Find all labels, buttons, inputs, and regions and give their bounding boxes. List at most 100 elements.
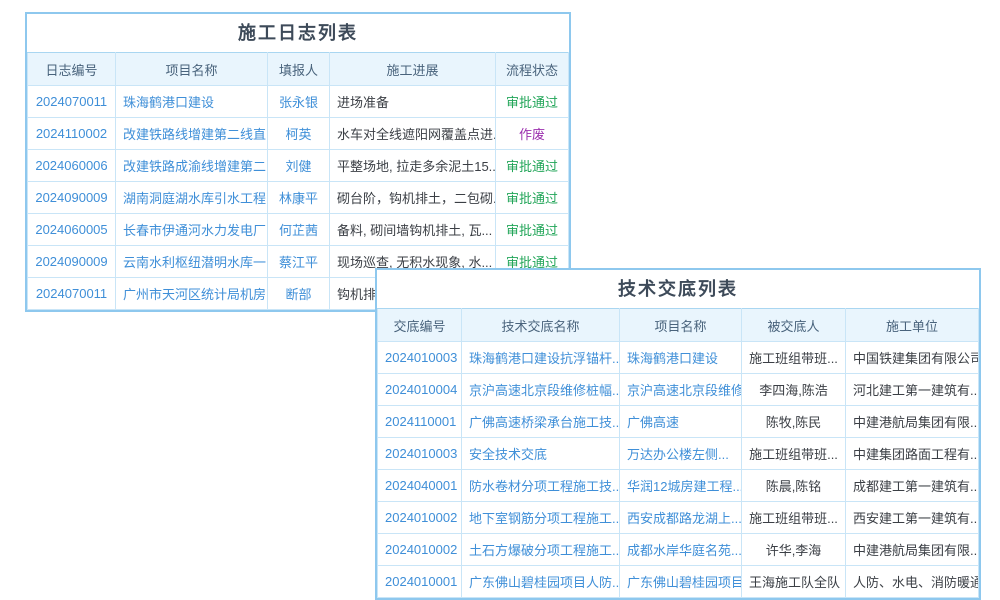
table-row: 2024010003安全技术交底万达办公楼左侧...施工班组带班...中建集团路… [378, 438, 979, 470]
cell-link[interactable]: 林康平 [268, 182, 330, 214]
cell-link[interactable]: 广州市天河区统计局机房... [116, 278, 268, 310]
table-row: 2024010004京沪高速北京段维修桩幅...京沪高速北京段维修李四海,陈浩河… [378, 374, 979, 406]
cell-link[interactable]: 2024040001 [378, 470, 462, 502]
cell-link[interactable]: 地下室钢筋分项工程施工... [462, 502, 620, 534]
table-cell: 王海施工队全队 [742, 566, 846, 598]
cell-link[interactable]: 2024110002 [28, 118, 116, 150]
cell-link[interactable]: 珠海鹤港口建设 [620, 342, 742, 374]
column-header-reporter: 填报人 [268, 53, 330, 86]
table-row: 2024040001防水卷材分项工程施工技...华润12城房建工程...陈晨,陈… [378, 470, 979, 502]
construction-log-title: 施工日志列表 [27, 14, 569, 52]
column-header-disclosure-id: 交底编号 [378, 309, 462, 342]
cell-link[interactable]: 断部 [268, 278, 330, 310]
table-cell: 中建港航局集团有限... [846, 406, 979, 438]
cell-link[interactable]: 万达办公楼左侧... [620, 438, 742, 470]
cell-link[interactable]: 湖南洞庭湖水库引水工程... [116, 182, 268, 214]
table-cell: 河北建工第一建筑有... [846, 374, 979, 406]
tech-disclosure-panel: 技术交底列表 交底编号 技术交底名称 项目名称 被交底人 施工单位 202401… [375, 268, 981, 600]
column-header-progress: 施工进展 [330, 53, 496, 86]
cell-link[interactable]: 改建铁路线增建第二线直... [116, 118, 268, 150]
table-cell: 中建港航局集团有限... [846, 534, 979, 566]
cell-link[interactable]: 2024060005 [28, 214, 116, 246]
table-cell: 西安建工第一建筑有... [846, 502, 979, 534]
cell-link[interactable]: 安全技术交底 [462, 438, 620, 470]
cell-link[interactable]: 2024060006 [28, 150, 116, 182]
table-cell: 陈晨,陈铭 [742, 470, 846, 502]
status-badge: 审批通过 [496, 150, 569, 182]
column-header-disclosure-name: 技术交底名称 [462, 309, 620, 342]
cell-link[interactable]: 广东佛山碧桂园项目 [620, 566, 742, 598]
cell-link[interactable]: 珠海鹤港口建设抗浮锚杆... [462, 342, 620, 374]
tech-disclosure-table: 交底编号 技术交底名称 项目名称 被交底人 施工单位 2024010003珠海鹤… [377, 308, 979, 598]
cell-link[interactable]: 2024070011 [28, 86, 116, 118]
status-badge: 审批通过 [496, 214, 569, 246]
cell-link[interactable]: 2024010003 [378, 438, 462, 470]
cell-link[interactable]: 张永银 [268, 86, 330, 118]
table-cell: 平整场地, 拉走多余泥土15... [330, 150, 496, 182]
cell-link[interactable]: 广佛高速 [620, 406, 742, 438]
column-header-project-name: 项目名称 [620, 309, 742, 342]
cell-link[interactable]: 2024010002 [378, 534, 462, 566]
column-header-project-name: 项目名称 [116, 53, 268, 86]
cell-link[interactable]: 长春市伊通河水力发电厂... [116, 214, 268, 246]
cell-link[interactable]: 防水卷材分项工程施工技... [462, 470, 620, 502]
cell-link[interactable]: 2024010001 [378, 566, 462, 598]
cell-link[interactable]: 改建铁路成渝线增建第二... [116, 150, 268, 182]
table-cell: 陈牧,陈民 [742, 406, 846, 438]
cell-link[interactable]: 西安成都路龙湖上... [620, 502, 742, 534]
column-header-log-id: 日志编号 [28, 53, 116, 86]
column-header-disclosed-to: 被交底人 [742, 309, 846, 342]
table-cell: 备料, 砌间墙钩机排土, 瓦... [330, 214, 496, 246]
tech-disclosure-rows: 2024010003珠海鹤港口建设抗浮锚杆...珠海鹤港口建设施工班组带班...… [378, 342, 979, 598]
cell-link[interactable]: 广东佛山碧桂园项目人防... [462, 566, 620, 598]
table-cell: 中建集团路面工程有... [846, 438, 979, 470]
cell-link[interactable]: 何芷茜 [268, 214, 330, 246]
cell-link[interactable]: 云南水利枢纽潜明水库一... [116, 246, 268, 278]
table-row: 2024070011珠海鹤港口建设张永银进场准备审批通过 [28, 86, 569, 118]
cell-link[interactable]: 2024010002 [378, 502, 462, 534]
cell-link[interactable]: 柯英 [268, 118, 330, 150]
cell-link[interactable]: 2024090009 [28, 182, 116, 214]
table-row: 2024010002地下室钢筋分项工程施工...西安成都路龙湖上...施工班组带… [378, 502, 979, 534]
column-header-construction-unit: 施工单位 [846, 309, 979, 342]
table-row: 2024110001广佛高速桥梁承台施工技...广佛高速陈牧,陈民中建港航局集团… [378, 406, 979, 438]
table-cell: 施工班组带班... [742, 342, 846, 374]
cell-link[interactable]: 2024110001 [378, 406, 462, 438]
table-header-row: 日志编号 项目名称 填报人 施工进展 流程状态 [28, 53, 569, 86]
cell-link[interactable]: 华润12城房建工程... [620, 470, 742, 502]
table-cell: 进场准备 [330, 86, 496, 118]
cell-link[interactable]: 2024010003 [378, 342, 462, 374]
table-row: 2024090009湖南洞庭湖水库引水工程...林康平砌台阶，钩机排土，二包砌.… [28, 182, 569, 214]
table-row: 2024010001广东佛山碧桂园项目人防...广东佛山碧桂园项目王海施工队全队… [378, 566, 979, 598]
table-cell: 水车对全线遮阳网覆盖点进... [330, 118, 496, 150]
tech-disclosure-title: 技术交底列表 [377, 270, 979, 308]
cell-link[interactable]: 京沪高速北京段维修桩幅... [462, 374, 620, 406]
column-header-workflow-status: 流程状态 [496, 53, 569, 86]
cell-link[interactable]: 珠海鹤港口建设 [116, 86, 268, 118]
table-cell: 施工班组带班... [742, 438, 846, 470]
table-row: 2024110002改建铁路线增建第二线直...柯英水车对全线遮阳网覆盖点进..… [28, 118, 569, 150]
cell-link[interactable]: 2024010004 [378, 374, 462, 406]
cell-link[interactable]: 成都水岸华庭名苑... [620, 534, 742, 566]
table-cell: 许华,李海 [742, 534, 846, 566]
status-badge: 审批通过 [496, 182, 569, 214]
cell-link[interactable]: 2024070011 [28, 278, 116, 310]
table-row: 2024060006改建铁路成渝线增建第二...刘健平整场地, 拉走多余泥土15… [28, 150, 569, 182]
cell-link[interactable]: 2024090009 [28, 246, 116, 278]
table-cell: 李四海,陈浩 [742, 374, 846, 406]
cell-link[interactable]: 京沪高速北京段维修 [620, 374, 742, 406]
status-badge: 审批通过 [496, 86, 569, 118]
table-cell: 成都建工第一建筑有... [846, 470, 979, 502]
table-cell: 砌台阶，钩机排土，二包砌... [330, 182, 496, 214]
table-row: 2024010002土石方爆破分项工程施工...成都水岸华庭名苑...许华,李海… [378, 534, 979, 566]
table-cell: 中国铁建集团有限公司 [846, 342, 979, 374]
cell-link[interactable]: 土石方爆破分项工程施工... [462, 534, 620, 566]
table-header-row: 交底编号 技术交底名称 项目名称 被交底人 施工单位 [378, 309, 979, 342]
cell-link[interactable]: 刘健 [268, 150, 330, 182]
construction-log-panel: 施工日志列表 日志编号 项目名称 填报人 施工进展 流程状态 202407001… [25, 12, 571, 312]
table-row: 2024010003珠海鹤港口建设抗浮锚杆...珠海鹤港口建设施工班组带班...… [378, 342, 979, 374]
table-row: 2024060005长春市伊通河水力发电厂...何芷茜备料, 砌间墙钩机排土, … [28, 214, 569, 246]
cell-link[interactable]: 蔡江平 [268, 246, 330, 278]
table-cell: 施工班组带班... [742, 502, 846, 534]
cell-link[interactable]: 广佛高速桥梁承台施工技... [462, 406, 620, 438]
